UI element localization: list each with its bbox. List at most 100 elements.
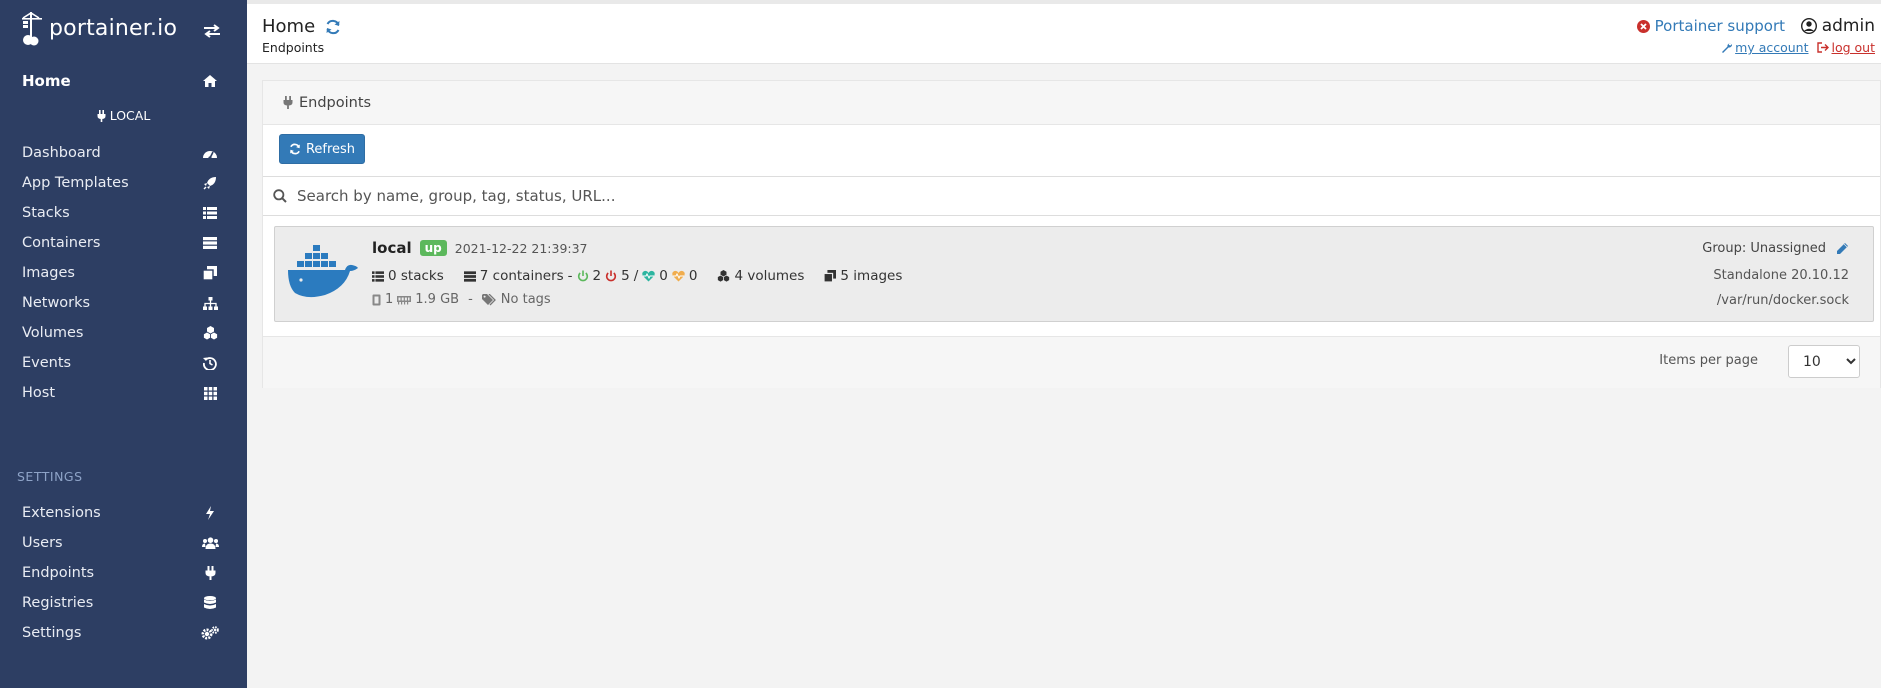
cogs-icon [201, 624, 219, 642]
breadcrumb: Endpoints [262, 40, 325, 55]
endpoint-name: local [372, 239, 412, 257]
containers-dash: - [567, 268, 573, 284]
cpu-count: 1 [385, 292, 394, 307]
sidebar-item-label: Volumes [22, 325, 84, 341]
database-icon [201, 594, 219, 612]
sidebar-item-label: Settings [22, 625, 82, 641]
items-per-page-select[interactable]: 10 [1788, 345, 1860, 378]
sidebar-endpoint-name: LOCAL [109, 108, 151, 123]
user-display: admin [1800, 16, 1875, 36]
sidebar-item-label: Containers [22, 235, 101, 251]
support-label: Portainer support [1654, 17, 1785, 35]
plug-icon [201, 564, 219, 582]
bolt-icon [201, 504, 219, 522]
sitemap-icon [201, 294, 219, 312]
sidebar-item-label: Networks [22, 295, 91, 311]
resources-separator: - [468, 292, 473, 307]
healthy-count: 0 [659, 268, 668, 284]
endpoint-timestamp: 2021-12-22 21:39:37 [454, 240, 588, 256]
sidebar-item-label: Images [22, 265, 75, 281]
running-count: 2 [592, 268, 602, 284]
sidebar-item-label: Registries [22, 595, 94, 611]
memory-amount: 1.9 GB [415, 292, 460, 307]
sidebar-item-host[interactable]: Host [0, 375, 247, 411]
refresh-icon[interactable] [325, 19, 341, 35]
endpoints-widget: Endpoints Refresh local up 2021-12-2 [262, 80, 1881, 388]
power-off-icon-running [577, 270, 588, 282]
sidebar: portainer.io Home LOCAL Dashboard App Te… [0, 0, 247, 688]
health-slash: / [633, 268, 639, 284]
plug-icon [283, 96, 293, 109]
brand-name: portainer.io [49, 15, 178, 41]
search-icon [273, 189, 287, 203]
refresh-button-label: Refresh [305, 141, 356, 157]
clone-icon [824, 270, 837, 282]
heartbeat-icon-unhealthy [672, 270, 685, 282]
page-title-text: Home [262, 16, 316, 37]
wrench-icon [1722, 42, 1733, 53]
sidebar-item-label: Users [22, 535, 63, 551]
widget-header: Endpoints [263, 81, 1880, 125]
server-icon [201, 234, 219, 252]
pencil-icon[interactable] [1836, 242, 1849, 255]
my-account-link[interactable]: my account [1721, 40, 1809, 55]
plug-icon [97, 109, 106, 122]
endpoint-stats-row: 0 stacks 7 containers - 2 5 / 0 0 4 volu… [372, 268, 902, 284]
th-list-icon [372, 270, 384, 282]
tags-value: No tags [500, 292, 551, 307]
history-icon [201, 354, 219, 372]
endpoint-card-local[interactable]: local up 2021-12-22 21:39:37 0 stacks 7 … [274, 226, 1874, 322]
user-circle-icon [1800, 18, 1817, 34]
sidebar-header: portainer.io [0, 0, 247, 66]
sidebar-item-label: Dashboard [22, 145, 101, 161]
th-list-icon [201, 204, 219, 222]
containers-count: 7 containers [479, 268, 564, 284]
sidebar-item-label: Endpoints [22, 565, 95, 581]
search-bar [263, 176, 1880, 216]
endpoint-resources-row: 1 1.9 GB - No tags [372, 292, 551, 307]
sidebar-item-label: Extensions [22, 505, 101, 521]
log-out-link[interactable]: log out [1816, 40, 1876, 55]
sidebar-endpoint-title: LOCAL [0, 108, 247, 123]
endpoint-group: Group: Unassigned [1702, 241, 1826, 256]
sidebar-item-settings[interactable]: Settings [0, 615, 247, 651]
portainer-support-link[interactable]: Portainer support [1636, 17, 1785, 35]
memory-icon [397, 295, 412, 304]
endpoint-group-row: Group: Unassigned [1702, 241, 1849, 256]
username: admin [1821, 16, 1875, 36]
crane-icon [22, 12, 42, 46]
sidebar-item-home[interactable]: Home [0, 63, 247, 99]
power-off-icon-stopped [606, 270, 617, 282]
top-bar: Home Endpoints Portainer support admin m… [247, 0, 1881, 64]
log-out-label: log out [1831, 40, 1876, 55]
cubes-icon [201, 324, 219, 342]
unhealthy-count: 0 [688, 268, 698, 284]
items-per-page-label: Items per page [1659, 353, 1758, 368]
home-icon [201, 72, 219, 90]
exchange-icon[interactable] [203, 24, 221, 38]
rocket-icon [201, 174, 219, 192]
sidebar-item-label: Host [22, 385, 56, 401]
settings-section-title: SETTINGS [17, 469, 83, 484]
stacks-count: 0 stacks [388, 268, 444, 284]
docker-logo-icon [288, 245, 358, 298]
status-badge: up [419, 240, 447, 256]
endpoint-engine: Standalone 20.10.12 [1713, 268, 1849, 283]
times-circle-icon [1636, 19, 1650, 33]
endpoint-url: /var/run/docker.sock [1716, 293, 1849, 308]
endpoint-title-row: local up 2021-12-22 21:39:37 [372, 239, 588, 257]
refresh-icon [290, 143, 300, 155]
sidebar-item-label: Stacks [22, 205, 70, 221]
cpu-icon [372, 294, 381, 305]
widget-title: Endpoints [299, 94, 372, 111]
portainer-logo[interactable]: portainer.io [20, 10, 177, 46]
server-icon [463, 270, 476, 282]
pagination-footer: Items per page 10 [263, 336, 1880, 388]
search-input[interactable] [297, 187, 1797, 205]
clone-icon [201, 264, 219, 282]
account-links: my account log out [1721, 40, 1875, 55]
my-account-label: my account [1735, 40, 1809, 55]
page-title: Home [262, 16, 341, 37]
th-icon [201, 384, 219, 402]
refresh-button[interactable]: Refresh [279, 134, 365, 164]
